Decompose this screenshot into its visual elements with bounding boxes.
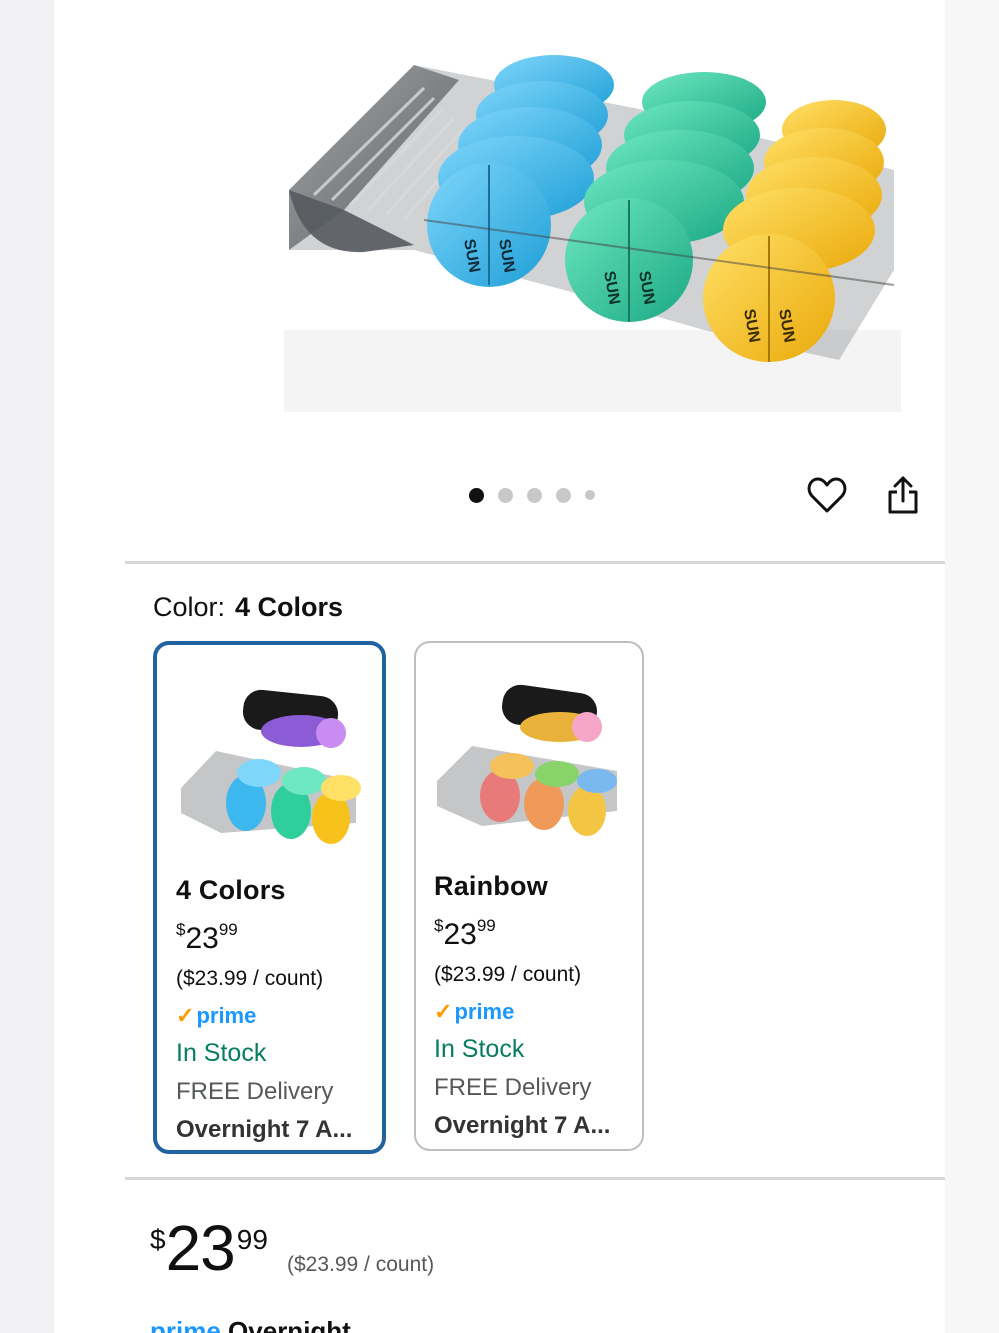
buybox-price: $ 23 99	[150, 1216, 268, 1280]
delivery-speed: Overnight 7 A...	[434, 1112, 611, 1139]
heart-icon	[807, 477, 847, 513]
option-thumbnail	[171, 663, 366, 858]
stock-status: In Stock	[176, 1039, 267, 1067]
product-image[interactable]: SUN SUN SUN SUN SUN SUN	[284, 40, 901, 412]
right-gutter	[945, 0, 999, 1333]
price-cents: 99	[236, 1224, 268, 1255]
section-divider	[125, 1177, 945, 1180]
option-name: 4 Colors	[176, 875, 286, 905]
option-name: Rainbow	[434, 871, 548, 901]
share-button[interactable]	[882, 474, 924, 516]
prime-check-icon: ✓	[434, 999, 453, 1024]
delivery-speed: Overnight	[228, 1316, 351, 1333]
pagination-dot[interactable]	[498, 487, 513, 503]
prime-badge: ✓ prime	[434, 999, 632, 1025]
option-price: $2399	[434, 908, 632, 953]
option-unit-price: ($23.99 / count)	[176, 967, 324, 990]
section-divider	[125, 561, 945, 564]
option-price: $2399	[176, 912, 372, 957]
option-thumbnail	[432, 661, 627, 856]
delivery-text: FREE Delivery	[176, 1078, 334, 1105]
color-option-4-colors[interactable]: 4 Colors $2399 ($23.99 / count) ✓ prime I…	[153, 641, 386, 1154]
price-cents: 99	[218, 920, 238, 939]
price-whole: 23	[443, 918, 477, 951]
buybox-unit-price: ($23.99 / count)	[287, 1253, 435, 1276]
stock-status: In Stock	[434, 1035, 525, 1063]
color-label-key: Color:	[153, 592, 226, 622]
pagination-dot[interactable]	[527, 487, 542, 503]
share-icon	[888, 476, 918, 514]
color-option-rainbow[interactable]: Rainbow $2399 ($23.99 / count) ✓ prime In…	[414, 641, 644, 1151]
pagination-dot[interactable]	[556, 487, 571, 503]
prime-delivery-peek: prime Overnight	[150, 1316, 351, 1333]
pagination-dot[interactable]	[585, 490, 595, 500]
price-whole: 23	[185, 922, 219, 955]
pagination-dot[interactable]	[469, 487, 484, 503]
option-details: 4 Colors $2399 ($23.99 / count) ✓ prime I…	[176, 875, 372, 1144]
price-symbol: $	[150, 1224, 166, 1255]
delivery-speed: Overnight 7 A...	[176, 1116, 353, 1143]
color-selector-label: Color: 4 Colors	[153, 592, 343, 623]
delivery-text: FREE Delivery	[434, 1074, 592, 1101]
price-cents: 99	[476, 916, 496, 935]
option-unit-price: ($23.99 / count)	[434, 963, 582, 986]
color-label-value: 4 Colors	[235, 592, 344, 622]
product-page: SUN SUN SUN SUN SUN SUN Color: 4 Colors …	[54, 0, 945, 1333]
prime-badge: ✓ prime	[176, 1003, 372, 1029]
favorite-button[interactable]	[806, 474, 848, 516]
option-details: Rainbow $2399 ($23.99 / count) ✓ prime In…	[434, 871, 632, 1140]
pill-organizer-illustration: SUN SUN SUN SUN SUN SUN	[284, 55, 901, 412]
prime-text: prime	[196, 1003, 257, 1028]
prime-text: prime	[454, 999, 515, 1024]
price-whole: 23	[165, 1212, 236, 1284]
prime-check-icon: ✓	[176, 1003, 195, 1028]
prime-text: prime	[150, 1316, 221, 1333]
image-pagination[interactable]	[469, 486, 595, 504]
